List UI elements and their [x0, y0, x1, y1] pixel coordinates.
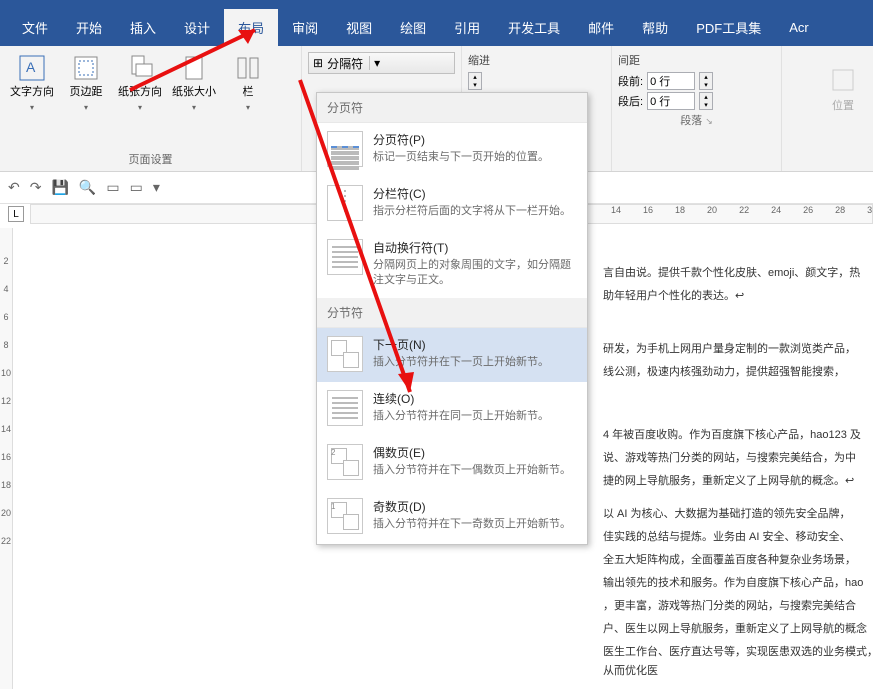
- tab-design[interactable]: 设计: [170, 9, 224, 46]
- ribbon-tabs: 文件 开始 插入 设计 布局 审阅 视图 绘图 引用 开发工具 邮件 帮助 PD…: [0, 8, 873, 46]
- chevron-down-icon: ▾: [138, 103, 142, 112]
- tab-acrobat[interactable]: Acr: [775, 11, 823, 44]
- qat-button[interactable]: ▭: [106, 179, 119, 196]
- breaks-menu-item[interactable]: 分页符(P) 标记一页结束与下一页开始的位置。: [317, 123, 587, 177]
- spacing-label: 间距: [618, 50, 775, 70]
- document-content: 言自由说。提供千款个性化皮肤、emoji、颜文字，热 助年轻用户个性化的表达。↩…: [603, 264, 873, 685]
- spacing-before-row: 段前: ▴▾: [618, 72, 775, 90]
- vertical-ruler[interactable]: 246810121416182022: [0, 228, 13, 689]
- break-type-icon: [327, 239, 363, 275]
- text-direction-icon: A: [16, 52, 48, 84]
- break-type-icon: 24: [327, 444, 363, 480]
- page-breaks-section: 分页符: [317, 93, 587, 123]
- tab-review[interactable]: 审阅: [278, 9, 332, 46]
- tab-selector[interactable]: L: [8, 206, 24, 222]
- spacing-before-spinner[interactable]: ▴▾: [699, 72, 713, 90]
- breaks-menu-item[interactable]: 下一页(N) 插入分节符并在下一页上开始新节。: [317, 328, 587, 382]
- break-type-icon: 13: [327, 498, 363, 534]
- undo-button[interactable]: ↶: [8, 179, 20, 196]
- paragraph-group-label: 段落 ↘: [618, 110, 775, 130]
- spacing-after-spinner[interactable]: ▴▾: [699, 92, 713, 110]
- breaks-menu-item[interactable]: 自动换行符(T) 分隔网页上的对象周围的文字，如分隔题注文字与正文。: [317, 231, 587, 298]
- tab-file[interactable]: 文件: [8, 9, 62, 46]
- redo-button[interactable]: ↷: [30, 179, 42, 196]
- tab-view[interactable]: 视图: [332, 9, 386, 46]
- spacing-after-input[interactable]: [647, 92, 695, 110]
- break-type-icon: [327, 336, 363, 372]
- tab-developer[interactable]: 开发工具: [494, 9, 574, 46]
- breaks-menu-item[interactable]: 连续(O) 插入分节符并在同一页上开始新节。: [317, 382, 587, 436]
- breaks-menu-item[interactable]: 13 奇数页(D) 插入分节符并在下一奇数页上开始新节。: [317, 490, 587, 544]
- breaks-menu-item[interactable]: 分栏符(C) 指示分栏符后面的文字将从下一栏开始。: [317, 177, 587, 231]
- page-size-icon: [178, 52, 210, 84]
- tab-help[interactable]: 帮助: [628, 9, 682, 46]
- tab-pdf-tools[interactable]: PDF工具集: [682, 9, 775, 46]
- orientation-icon: [124, 52, 156, 84]
- qat-button[interactable]: ▭: [130, 179, 143, 196]
- print-preview-button[interactable]: 🔍: [79, 179, 96, 196]
- save-button[interactable]: 💾: [51, 179, 68, 196]
- size-button[interactable]: 纸张大小 ▾: [168, 50, 220, 114]
- break-type-icon: [327, 131, 363, 167]
- breaks-button[interactable]: ⊞ 分隔符 ▾: [308, 52, 455, 74]
- margins-icon: [70, 52, 102, 84]
- section-breaks-section: 分节符: [317, 298, 587, 328]
- qat-more-button[interactable]: ▾: [153, 179, 160, 196]
- chevron-down-icon: ▾: [30, 103, 34, 112]
- columns-button[interactable]: 栏 ▾: [222, 50, 274, 114]
- breaks-dropdown-menu: 分页符 分页符(P) 标记一页结束与下一页开始的位置。 分栏符(C) 指示分栏符…: [316, 92, 588, 545]
- spacing-after-row: 段后: ▴▾: [618, 92, 775, 110]
- chevron-down-icon: ▾: [369, 56, 380, 70]
- tab-draw[interactable]: 绘图: [386, 9, 440, 46]
- break-type-icon: [327, 185, 363, 221]
- margins-button[interactable]: 页边距 ▾: [60, 50, 112, 114]
- chevron-down-icon: ▾: [246, 103, 250, 112]
- breaks-menu-item[interactable]: 24 偶数页(E) 插入分节符并在下一偶数页上开始新节。: [317, 436, 587, 490]
- tab-home[interactable]: 开始: [62, 9, 116, 46]
- spacing-before-input[interactable]: [647, 72, 695, 90]
- chevron-down-icon: ▾: [84, 103, 88, 112]
- svg-text:A: A: [26, 59, 36, 75]
- columns-icon: [232, 52, 264, 84]
- tab-layout[interactable]: 布局: [224, 9, 278, 46]
- tab-insert[interactable]: 插入: [116, 9, 170, 46]
- break-type-icon: [327, 390, 363, 426]
- breaks-icon: ⊞: [313, 56, 323, 70]
- chevron-down-icon: ▾: [192, 103, 196, 112]
- text-direction-button[interactable]: A 文字方向 ▾: [6, 50, 58, 114]
- position-button[interactable]: 位置: [821, 66, 865, 113]
- tab-mailings[interactable]: 邮件: [574, 9, 628, 46]
- tab-references[interactable]: 引用: [440, 9, 494, 46]
- page-setup-group-label: 页面设置: [6, 149, 295, 169]
- orientation-button[interactable]: 纸张方向 ▾: [114, 50, 166, 114]
- indent-label: 缩进: [468, 50, 605, 70]
